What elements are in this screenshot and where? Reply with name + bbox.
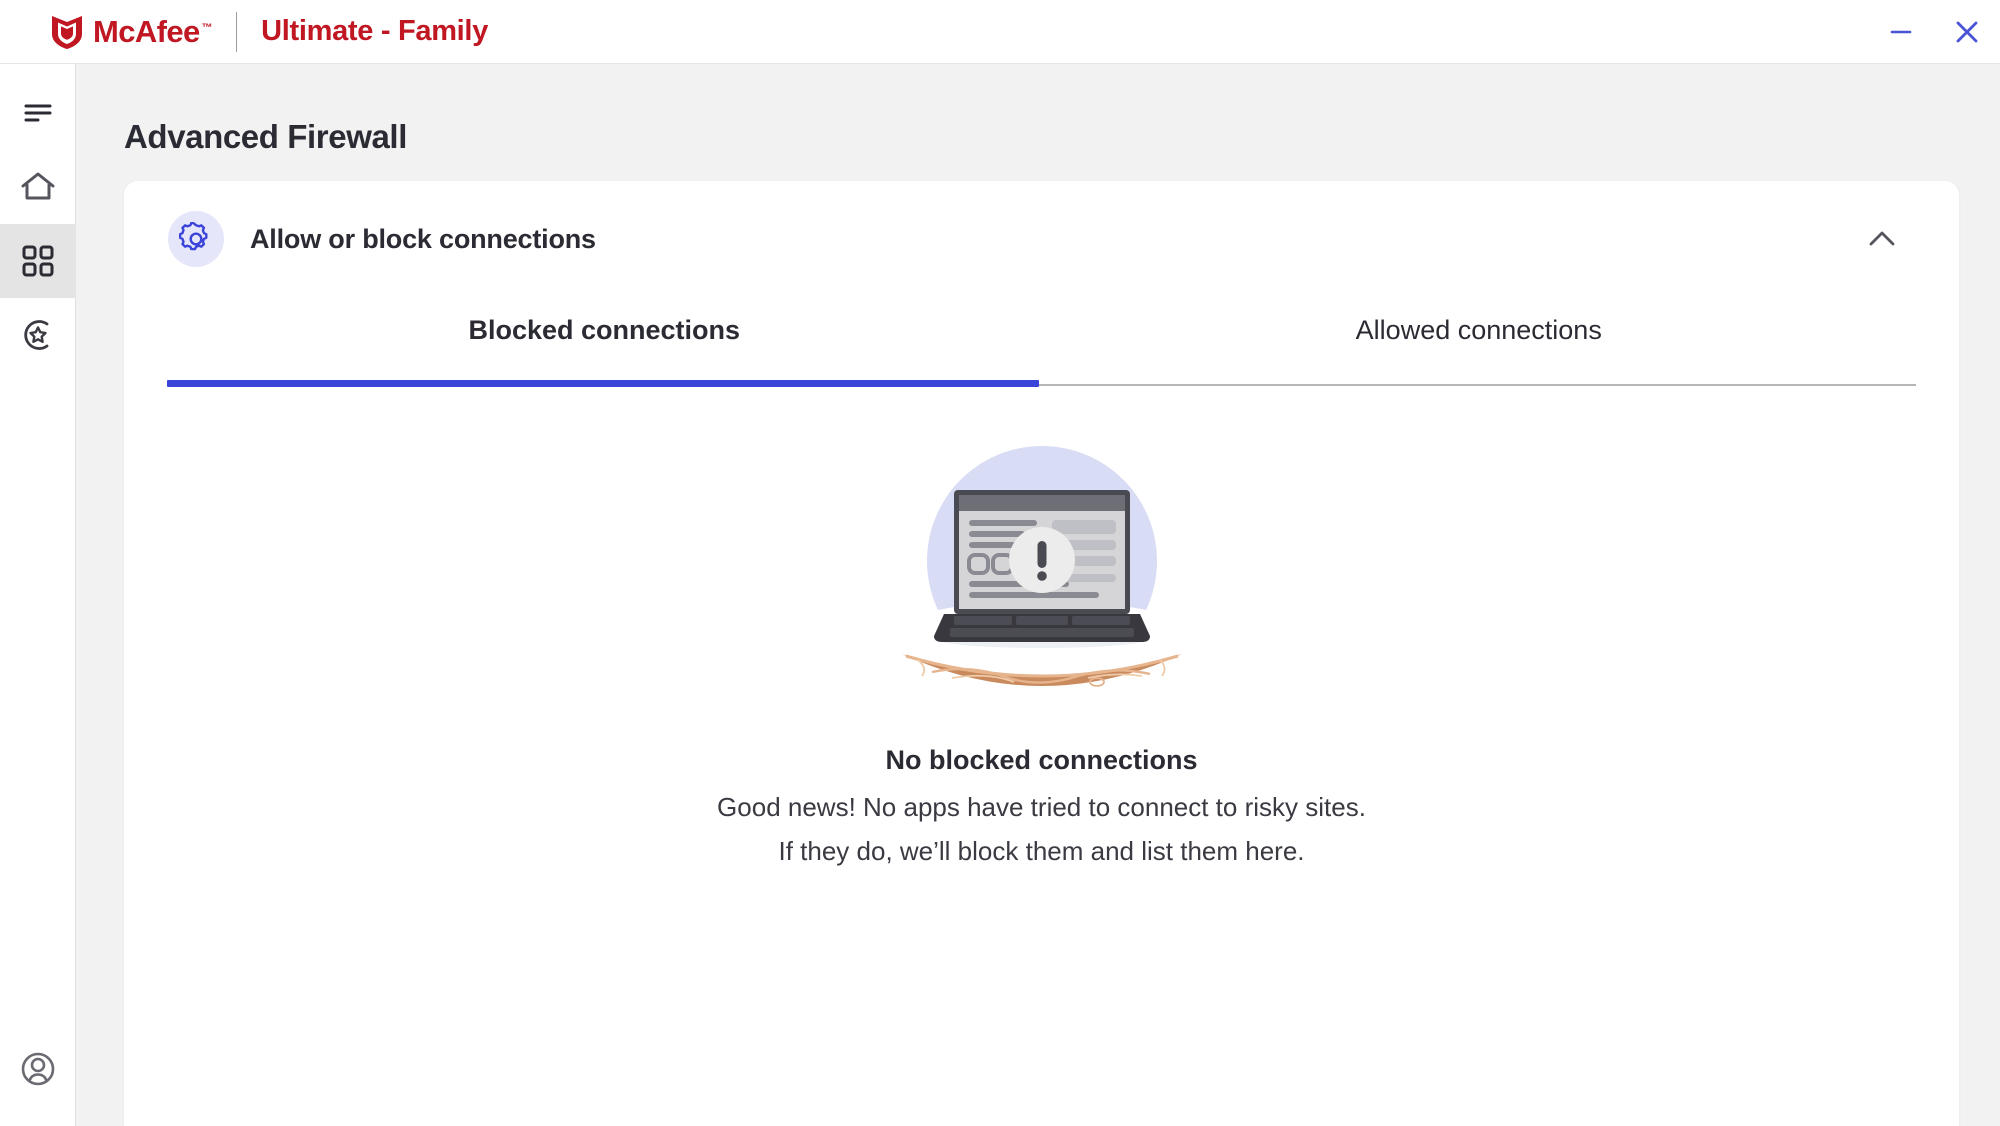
empty-state: No blocked connections Good news! No app…	[124, 426, 1959, 870]
collapse-toggle-button[interactable]	[1859, 216, 1905, 262]
title-bar: McAfee ™ Ultimate - Family	[0, 0, 2000, 64]
mcafee-app-window: McAfee ™ Ultimate - Family Advanced Fire…	[0, 0, 2000, 1126]
tab-active-indicator	[167, 380, 1039, 387]
chevron-up-icon	[1869, 231, 1895, 246]
brand-logo: McAfee ™	[50, 14, 213, 50]
card-header-title: Allow or block connections	[250, 223, 596, 254]
card-header[interactable]: Allow or block connections	[124, 181, 1959, 297]
hamburger-icon	[24, 104, 51, 122]
home-icon	[21, 172, 54, 200]
empty-state-line-1: Good news! No apps have tried to connect…	[717, 792, 1366, 822]
page-title: Advanced Firewall	[124, 118, 407, 155]
account-icon	[21, 1052, 54, 1086]
gear-icon-badge	[168, 211, 224, 267]
empty-state-line-2: If they do, we’ll block them and list th…	[778, 835, 1305, 866]
product-name: Ultimate - Family	[261, 15, 489, 47]
sidebar-item-protection[interactable]	[0, 298, 76, 372]
minimize-icon	[1890, 30, 1912, 34]
gear-icon	[179, 222, 208, 251]
minimize-button[interactable]	[1868, 0, 1934, 64]
sidebar-nav	[0, 64, 76, 1126]
tab-blocked-connections[interactable]: Blocked connections	[167, 297, 1042, 383]
allow-block-connections-card: Allow or block connections Blocked conne…	[124, 181, 1959, 1126]
connections-tabs: Blocked connections Allowed connections	[167, 297, 1916, 383]
trademark-symbol: ™	[201, 21, 213, 34]
sidebar-item-home[interactable]	[0, 150, 76, 224]
brand-wordmark: McAfee ™	[93, 14, 213, 49]
sidebar-item-menu[interactable]	[0, 76, 76, 150]
close-icon	[1956, 21, 1978, 43]
tab-blocked-connections-label: Blocked connections	[468, 315, 741, 345]
main-content: Advanced Firewall Allow or block connect…	[77, 64, 2000, 1126]
empty-state-title: No blocked connections	[885, 745, 1198, 775]
sidebar-item-account[interactable]	[0, 1032, 76, 1106]
sidebar-item-apps[interactable]	[0, 224, 76, 298]
grid-icon	[22, 245, 53, 277]
window-controls	[1868, 0, 2000, 64]
mcafee-shield-icon	[50, 14, 84, 50]
shield-star-icon	[23, 320, 48, 350]
laptop-warning-illustration	[901, 446, 1182, 687]
tab-allowed-connections[interactable]: Allowed connections	[1042, 297, 1917, 383]
tab-allowed-connections-label: Allowed connections	[1355, 315, 1602, 345]
close-button[interactable]	[1934, 0, 2000, 64]
brand-divider	[236, 11, 238, 52]
